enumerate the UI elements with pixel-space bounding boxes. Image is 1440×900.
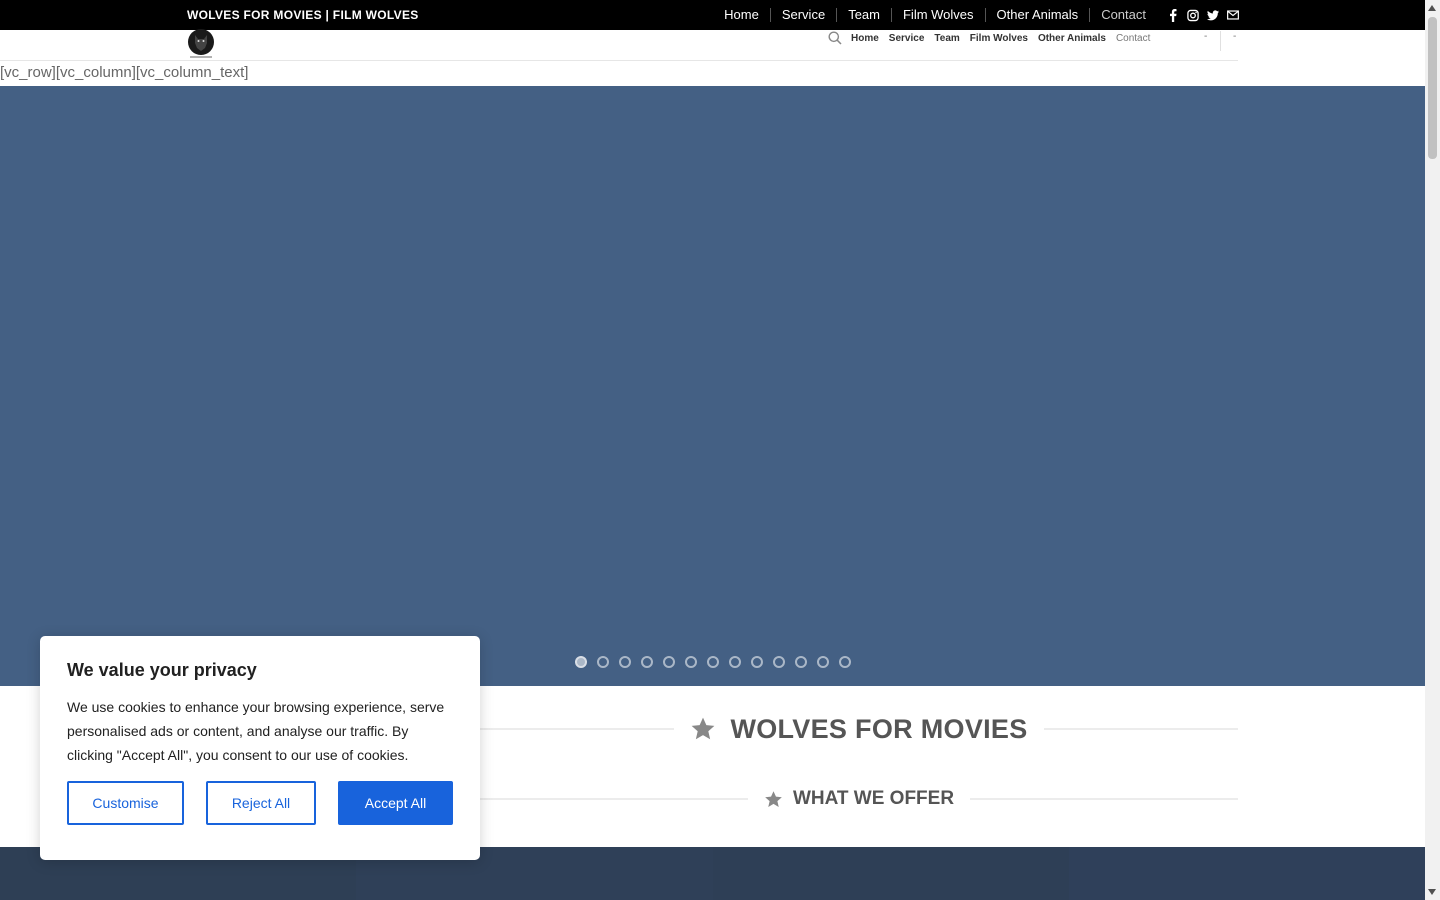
header-dash-1: - [1204,31,1208,42]
accept-all-button[interactable]: Accept All [338,781,453,825]
main-nav-contact[interactable]: Contact [1116,33,1150,44]
main-nav: Home Service Team Film Wolves Other Anim… [828,31,1160,45]
slider-dots [575,656,851,668]
slider-dot[interactable] [685,656,697,668]
main-nav-film-wolves[interactable]: Film Wolves [970,33,1028,44]
top-nav-other-animals[interactable]: Other Animals [984,8,1090,22]
star-icon [690,716,716,742]
subtitle-heading: WHAT WE OFFER [792,788,955,809]
slider-dot[interactable] [597,656,609,668]
cookie-buttons: Customise Reject All Accept All [67,781,453,825]
slider-dot[interactable] [663,656,675,668]
title-line-right [1043,728,1238,730]
slider-dot[interactable] [773,656,785,668]
reject-all-button[interactable]: Reject All [206,781,316,825]
scroll-down-arrow[interactable] [1428,889,1436,895]
star-icon [764,790,783,809]
top-nav-contact[interactable]: Contact [1089,8,1157,22]
top-nav-film-wolves[interactable]: Film Wolves [890,8,985,22]
site-logo[interactable] [187,29,215,59]
header-dash-2: - [1233,31,1237,42]
page-title: WOLVES FOR MOVIES [730,713,1028,744]
slider-dot[interactable] [641,656,653,668]
slider-dot[interactable] [575,656,587,668]
main-nav-team[interactable]: Team [934,33,959,44]
site-title[interactable]: WOLVES FOR MOVIES | FILM WOLVES [187,8,419,22]
search-icon[interactable] [828,31,842,45]
top-nav-home[interactable]: Home [713,8,770,22]
main-nav-service[interactable]: Service [889,33,925,44]
slider-dot[interactable] [729,656,741,668]
slider-dot[interactable] [751,656,763,668]
shortcode-text: [vc_row][vc_column][vc_column_text] [0,64,249,81]
subtitle-line-right [970,798,1238,800]
slider-dot[interactable] [817,656,829,668]
scrollbar[interactable] [1425,0,1440,900]
top-nav-service[interactable]: Service [769,8,836,22]
hero-slider[interactable] [0,86,1425,686]
top-nav-team[interactable]: Team [836,8,891,22]
cookie-description: We use cookies to enhance your browsing … [67,699,445,763]
service-tile[interactable] [1068,847,1425,900]
top-bar: WOLVES FOR MOVIES | FILM WOLVES Home Ser… [0,0,1425,30]
slider-dot[interactable] [707,656,719,668]
header-divider-line [0,60,1238,61]
slider-dot[interactable] [619,656,631,668]
cookie-consent-banner: We value your privacy We use cookies to … [40,636,480,860]
mail-icon[interactable] [1227,9,1239,21]
scroll-thumb[interactable] [1428,17,1437,159]
header-divider [1220,31,1221,51]
facebook-icon[interactable] [1167,8,1179,22]
customise-button[interactable]: Customise [67,781,184,825]
subtitle-line-left [480,798,748,800]
slider-dot[interactable] [839,656,851,668]
cookie-title: We value your privacy [67,660,257,680]
slider-dot[interactable] [795,656,807,668]
main-nav-other-animals[interactable]: Other Animals [1038,33,1106,44]
scroll-up-arrow[interactable] [1428,5,1436,11]
top-nav: Home Service Team Film Wolves Other Anim… [713,0,1239,30]
instagram-icon[interactable] [1187,9,1199,21]
service-tile[interactable] [712,847,1069,900]
section-subtitle: WHAT WE OFFER [480,786,1238,812]
twitter-icon[interactable] [1207,9,1219,21]
section-title: WOLVES FOR MOVIES [480,711,1238,747]
social-links [1167,8,1239,22]
main-nav-home[interactable]: Home [851,33,879,44]
title-line-left [480,728,675,730]
